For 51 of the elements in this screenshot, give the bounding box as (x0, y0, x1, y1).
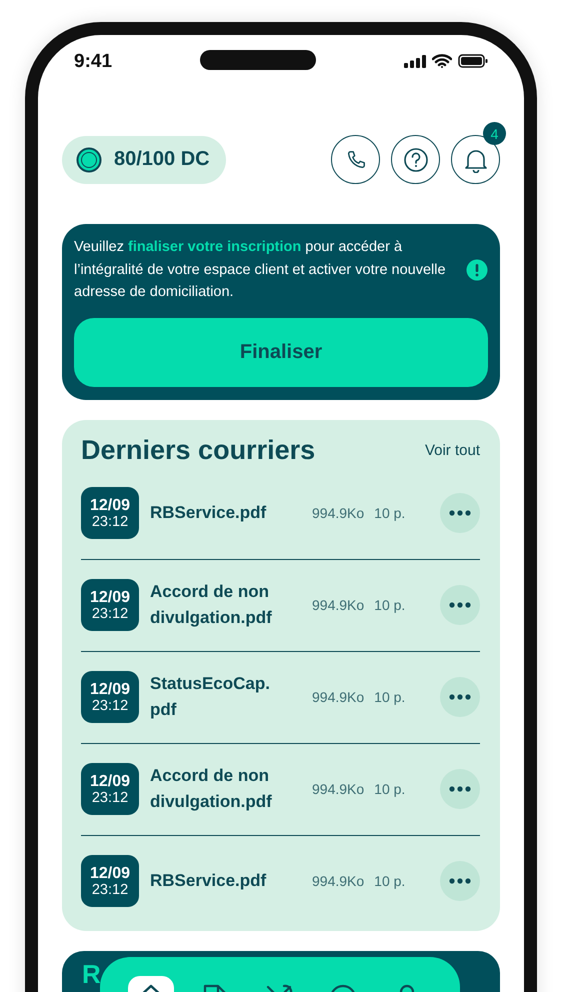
mail-date: 12/09 (90, 772, 130, 790)
more-button[interactable] (440, 769, 480, 809)
mail-time: 23:12 (92, 882, 128, 898)
help-button[interactable] (391, 135, 440, 184)
more-icon (449, 602, 471, 608)
mail-time: 23:12 (92, 790, 128, 806)
status-time: 9:41 (74, 51, 112, 73)
page-count: 10 p. (374, 689, 406, 705)
page-count: 10 p. (374, 505, 406, 521)
mail-date: 12/09 (90, 680, 130, 698)
page-count: 10 p. (374, 873, 406, 889)
credits-text: 80/100 DC (114, 148, 210, 171)
file-name[interactable]: StatusEcoCap. pdf (150, 671, 300, 723)
notification-badge: 4 (483, 122, 506, 145)
status-ring-icon (76, 146, 102, 172)
more-button[interactable] (440, 861, 480, 901)
banner-message: Veuillez finaliser votre inscription pour accéder à l’intégralité de votre espace client et activer votre nouvelle adresse de domiciliation. (74, 238, 447, 302)
card-title: R (82, 958, 101, 988)
file-name[interactable]: RBService.pdf (150, 500, 300, 526)
signal-icon (404, 54, 426, 68)
more-button[interactable] (440, 677, 480, 717)
mail-date: 12/09 (90, 496, 130, 514)
more-icon (449, 878, 471, 884)
help-icon (402, 146, 428, 172)
file-size: 994.9Ko (312, 689, 364, 705)
battery-icon (458, 54, 488, 68)
section-title: Derniers courriers (81, 435, 316, 466)
more-button[interactable] (440, 585, 480, 625)
mail-time: 23:12 (92, 514, 128, 530)
mail-date: 12/09 (90, 864, 130, 882)
more-icon (449, 510, 471, 516)
finalize-button[interactable]: Finaliser (74, 318, 488, 386)
file-size: 994.9Ko (312, 505, 364, 521)
phone-button[interactable] (331, 135, 380, 184)
page-count: 10 p. (374, 597, 406, 613)
mail-date: 12/09 (90, 588, 130, 606)
more-icon (449, 694, 471, 700)
more-icon (449, 786, 471, 792)
mail-time: 23:12 (92, 698, 128, 714)
file-name[interactable]: Accord de non divulgation.pdf (150, 763, 300, 815)
file-size: 994.9Ko (312, 597, 364, 613)
file-name[interactable]: Accord de non divulgation.pdf (150, 579, 300, 631)
mail-time: 23:12 (92, 606, 128, 622)
see-all-link[interactable]: Voir tout (424, 442, 480, 459)
file-size: 994.9Ko (312, 873, 364, 889)
file-size: 994.9Ko (312, 781, 364, 797)
more-button[interactable] (440, 493, 480, 533)
alert-icon (466, 258, 488, 281)
wifi-icon (432, 54, 452, 68)
page-count: 10 p. (374, 781, 406, 797)
file-name[interactable]: RBService.pdf (150, 868, 300, 894)
